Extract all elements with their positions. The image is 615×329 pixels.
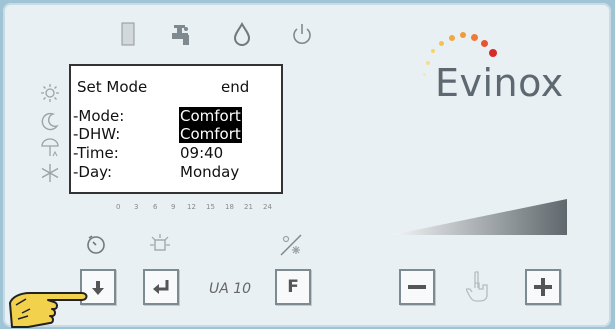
logo-dot (489, 49, 497, 57)
sun-icon (41, 84, 59, 102)
hour-tick: 21 (244, 203, 253, 211)
hand-pointer-icon (466, 271, 488, 302)
timer-icon (87, 235, 105, 254)
lcd-title: Set Mode (77, 78, 148, 96)
dhw-value: Comfort (179, 125, 242, 143)
level-ramp (391, 199, 567, 235)
logo-dot (423, 73, 426, 76)
logo-dot (426, 61, 430, 65)
hour-tick: 0 (116, 203, 121, 211)
logo-dot (460, 32, 466, 38)
hour-tick: 9 (171, 203, 176, 211)
model-label: UA 10 (209, 281, 252, 297)
hour-tick: 12 (187, 203, 196, 211)
logo-dot (481, 40, 488, 47)
logo-dot (431, 49, 435, 53)
settings-bulb-icon (150, 234, 170, 251)
day-value: Monday (180, 163, 240, 181)
logo-dot (439, 41, 444, 46)
frost-icon (41, 164, 59, 182)
sun-frost-function-icon (280, 234, 302, 256)
minus-button[interactable] (399, 269, 435, 305)
tap-icon (172, 25, 189, 45)
minus-icon (408, 285, 426, 289)
function-button-label: F (287, 277, 299, 297)
lcd-display: Set Mode end -Mode: Comfort -DHW: Comfor… (69, 64, 283, 194)
mode-label: -Mode: (73, 107, 125, 125)
logo-dot (449, 35, 455, 41)
enter-icon (153, 280, 169, 294)
day-label: -Day: (73, 163, 112, 181)
tank-icon (121, 22, 135, 46)
hour-tick: 24 (263, 203, 272, 211)
drop-icon (233, 21, 251, 46)
hour-tick: 3 (134, 203, 139, 211)
mode-value: Comfort (179, 107, 242, 125)
dhw-label: -DHW: (73, 125, 121, 143)
holiday-umbrella-icon (41, 138, 59, 157)
hour-tick: 6 (153, 203, 158, 211)
pointing-hand-icon (9, 292, 88, 328)
time-value: 09:40 (180, 144, 224, 162)
plus-icon (534, 278, 552, 296)
time-label: -Time: (73, 144, 119, 162)
enter-button[interactable] (143, 269, 179, 305)
lcd-end-label: end (221, 78, 250, 96)
function-button[interactable]: F (275, 269, 311, 305)
plus-button[interactable] (525, 269, 561, 305)
logo-dot (471, 34, 478, 41)
brand-name: Evinox (435, 61, 564, 105)
control-panel: Set Mode end -Mode: Comfort -DHW: Comfor… (3, 3, 611, 327)
hour-tick: 18 (225, 203, 234, 211)
power-icon (293, 24, 311, 44)
hour-tick: 15 (206, 203, 215, 211)
moon-icon (41, 112, 59, 131)
